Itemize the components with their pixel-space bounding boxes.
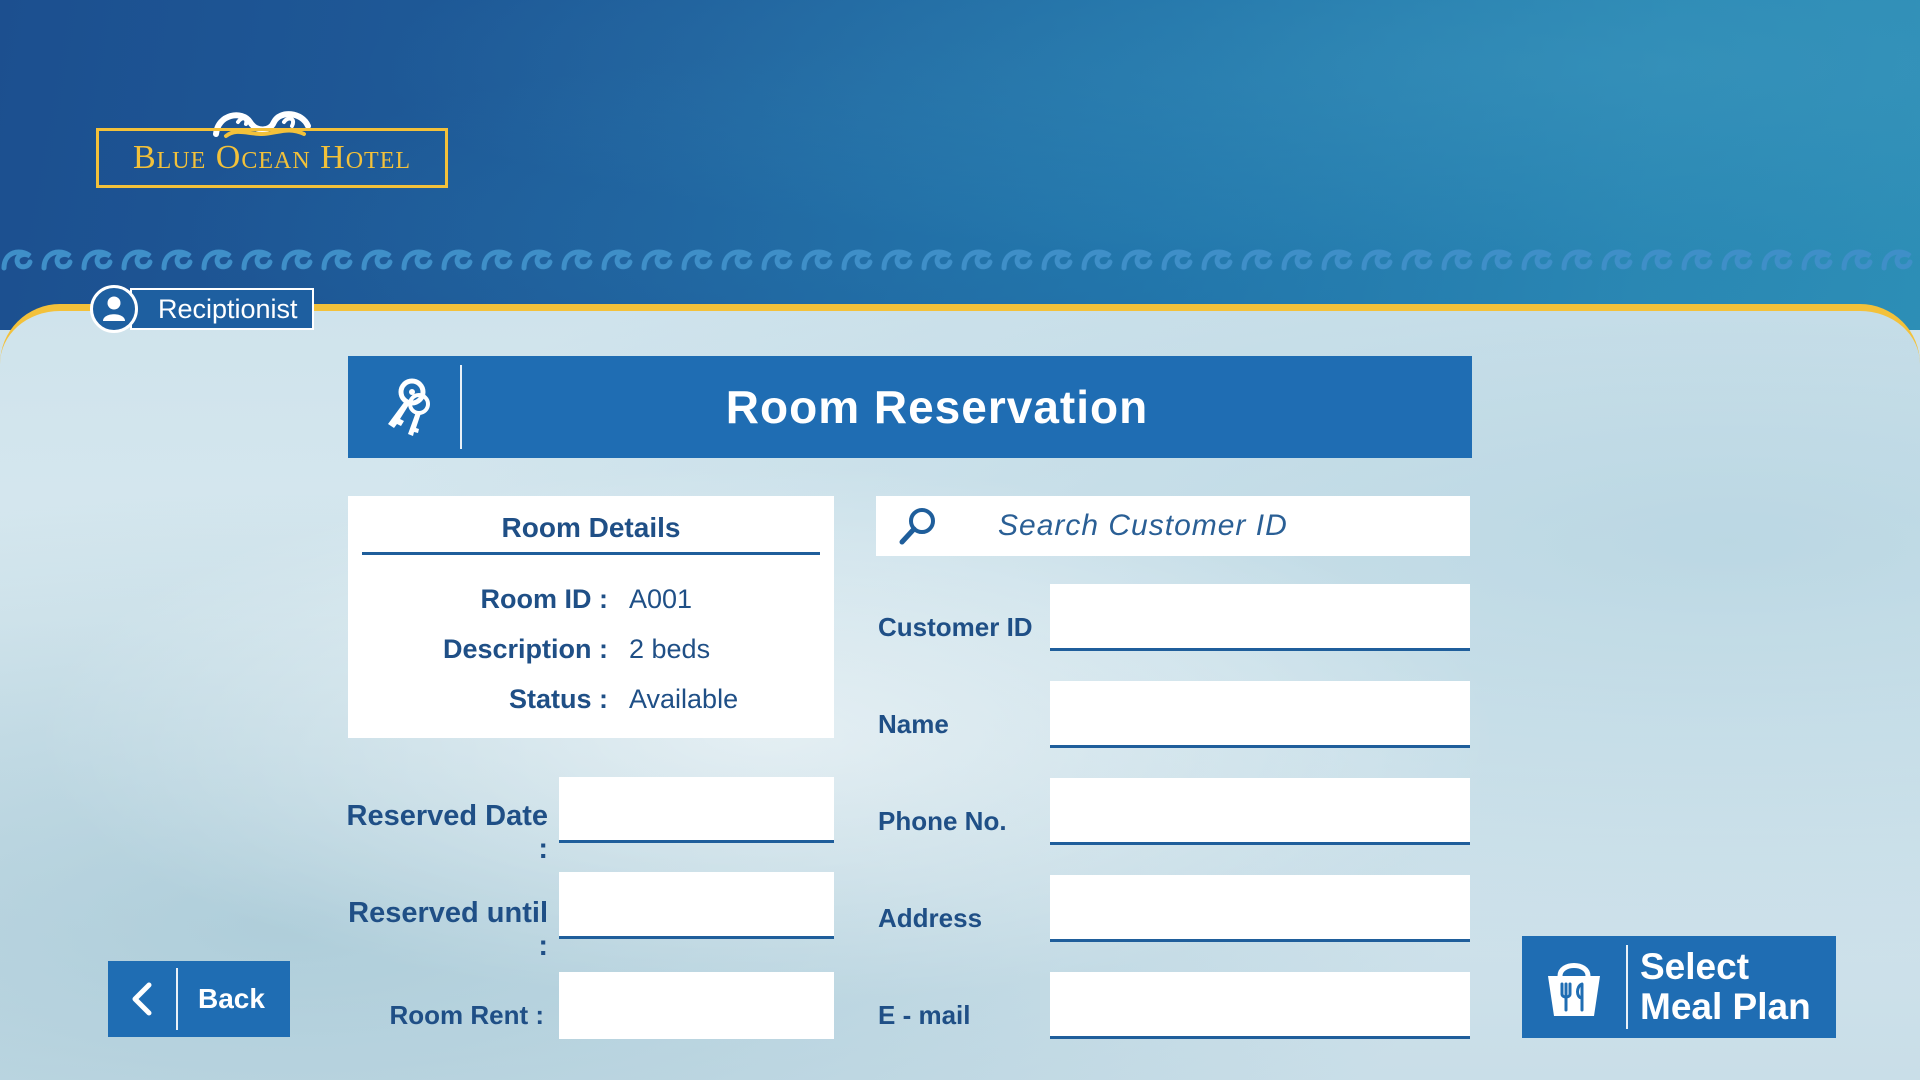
description-value: 2 beds [629,634,711,664]
back-button[interactable]: Back [108,961,290,1037]
reserved-until-label: Reserved until : [348,897,548,962]
address-label: Address [878,903,983,933]
user-role-label: Reciptionist [130,288,314,330]
name-field[interactable] [1050,681,1470,748]
button-divider [1626,945,1628,1029]
room-details-card: Room Details Room ID : A001 Description … [348,496,834,738]
page-title: Room Reservation [725,381,1149,433]
phone-label: Phone No. [878,806,1007,836]
email-label: E - mail [878,1000,971,1030]
phone-field[interactable] [1050,778,1470,845]
room-id-value: A001 [629,584,693,614]
meal-basket-icon [1522,936,1626,1038]
user-icon [90,285,138,333]
customer-search-box[interactable] [876,496,1470,556]
reserved-date-field[interactable] [559,777,834,843]
address-field[interactable] [1050,875,1470,942]
room-rent-field[interactable] [559,972,834,1039]
back-button-label: Back [198,983,265,1014]
wave-border-decoration [0,238,1920,278]
status-row: Status : Available [348,684,834,720]
meal-plan-label-line2: Meal Plan [1640,986,1811,1027]
reserved-until-field[interactable] [559,872,834,939]
room-id-row: Room ID : A001 [348,584,834,620]
room-id-label: Room ID : [480,584,609,614]
select-meal-plan-button[interactable]: Select Meal Plan [1522,936,1836,1038]
chevron-left-icon [108,961,176,1037]
logo-frame: Blue Ocean Hotel [96,128,448,188]
user-role-badge: Reciptionist [90,285,314,333]
button-divider [176,968,178,1030]
keys-icon [348,356,460,458]
meal-plan-label-line1: Select [1640,946,1750,987]
status-value: Available [629,684,739,714]
customer-id-label: Customer ID [878,612,1033,642]
room-rent-label: Room Rent : [389,1000,544,1030]
meal-plan-label: Select Meal Plan [1628,947,1811,1027]
status-label: Status : [508,684,608,714]
brand-name: Blue Ocean Hotel [132,139,412,176]
name-label: Name [878,709,949,739]
reserved-date-label: Reserved Date : [346,800,549,865]
search-input[interactable] [964,497,1470,555]
customer-id-field[interactable] [1050,584,1470,651]
hotel-logo: Blue Ocean Hotel [96,104,454,192]
search-icon [896,496,964,556]
description-row: Description : 2 beds [348,634,834,670]
email-field[interactable] [1050,972,1470,1039]
room-details-heading: Room Details [362,512,820,555]
description-label: Description : [442,634,608,664]
title-divider [460,365,462,449]
page-title-bar: Room Reservation [348,356,1472,458]
